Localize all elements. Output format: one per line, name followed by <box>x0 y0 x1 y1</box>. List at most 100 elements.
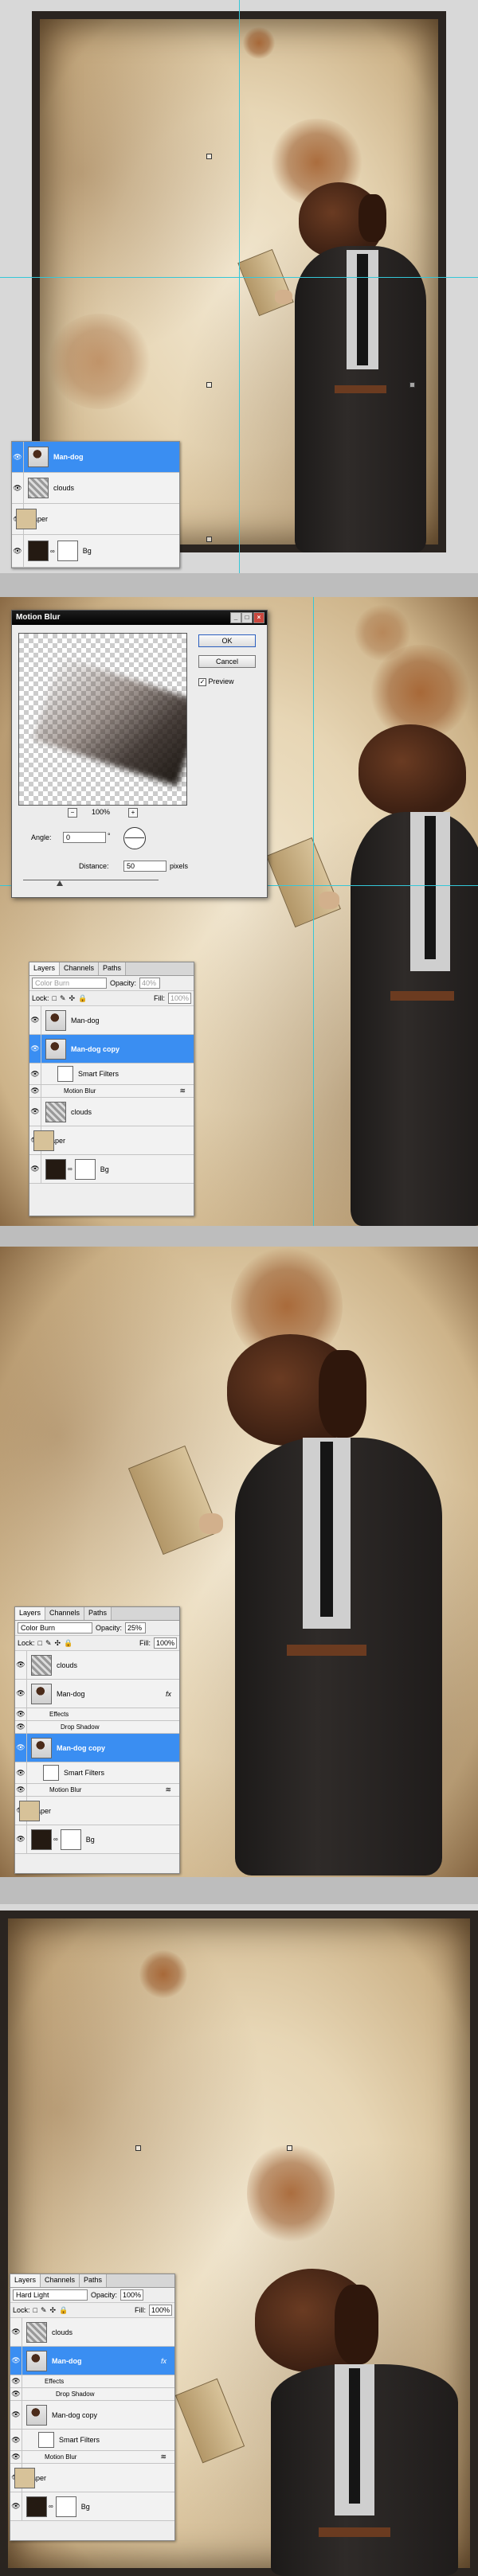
opacity-input[interactable]: 100% <box>120 2289 144 2301</box>
transform-handle[interactable] <box>206 537 212 542</box>
layer-row-man-dog[interactable]: 👁 Man-dog <box>12 442 179 473</box>
eye-icon[interactable]: 👁 <box>10 2401 22 2429</box>
layer-row-clouds[interactable]: 👁 clouds <box>15 1651 179 1680</box>
eye-icon[interactable]: 👁 <box>15 1708 27 1720</box>
eye-icon[interactable]: 👁 <box>15 1651 27 1679</box>
distance-input[interactable]: 50 <box>123 861 167 872</box>
eye-icon[interactable]: 👁 <box>29 1064 41 1084</box>
effects-row[interactable]: 👁 Effects <box>10 2375 174 2388</box>
eye-icon[interactable]: 👁 <box>15 1721 27 1733</box>
tab-channels[interactable]: Channels <box>45 1607 85 1620</box>
layer-row-man-dog[interactable]: 👁 Man-dog fx <box>15 1680 179 1708</box>
transform-handle[interactable] <box>287 2145 292 2151</box>
effect-row-drop-shadow[interactable]: 👁 Drop Shadow <box>10 2388 174 2401</box>
layer-row-bg[interactable]: 👁 ∞ Bg <box>12 535 179 568</box>
effects-icon[interactable]: fx <box>161 2357 167 2365</box>
angle-input[interactable]: 0 <box>63 832 106 843</box>
smart-filters-row[interactable]: 👁 Smart Filters <box>15 1762 179 1784</box>
tab-layers[interactable]: Layers <box>10 2274 41 2287</box>
effects-icon[interactable]: fx <box>166 1690 171 1698</box>
tab-paths[interactable]: Paths <box>80 2274 108 2287</box>
blend-mode-select[interactable]: Color Burn <box>32 978 107 989</box>
eye-icon[interactable]: 👁 <box>29 1035 41 1063</box>
tab-layers[interactable]: Layers <box>15 1607 46 1620</box>
fill-input[interactable]: 100% <box>167 993 191 1004</box>
eye-icon[interactable]: 👁 <box>29 1085 41 1097</box>
opacity-input[interactable]: 25% <box>125 1622 147 1633</box>
effect-row-drop-shadow[interactable]: 👁 Drop Shadow <box>15 1721 179 1734</box>
layer-row-bg[interactable]: 👁 ∞ Bg <box>15 1825 179 1854</box>
lock-transparency-icon[interactable]: □ <box>38 1639 42 1647</box>
preview-checkbox[interactable]: ✓ <box>198 677 206 686</box>
eye-icon[interactable]: 👁 <box>15 1825 27 1853</box>
smart-filters-row[interactable]: 👁 Smart Filters <box>29 1064 194 1085</box>
eye-icon[interactable]: 👁 <box>10 2347 22 2375</box>
fill-input[interactable]: 100% <box>148 2305 172 2316</box>
preview-checkbox-row[interactable]: ✓ Preview <box>198 677 234 686</box>
lock-transparency-icon[interactable]: □ <box>53 994 57 1002</box>
eye-icon[interactable]: 👁 <box>29 1006 41 1034</box>
lock-all-icon[interactable]: 🔒 <box>78 994 87 1003</box>
blend-mode-select[interactable]: Hard Light <box>13 2289 88 2301</box>
close-icon[interactable]: × <box>253 612 264 623</box>
eye-icon[interactable]: 👁 <box>10 2451 22 2463</box>
transform-handle[interactable] <box>206 154 212 159</box>
guide-vertical[interactable] <box>239 0 240 573</box>
layer-row-clouds[interactable]: 👁 clouds <box>12 473 179 504</box>
lock-move-icon[interactable]: ✣ <box>55 1639 61 1648</box>
eye-icon[interactable]: 👁 <box>29 1098 41 1126</box>
eye-icon[interactable]: 👁 <box>10 2492 22 2520</box>
minimize-icon[interactable]: _ <box>230 612 241 623</box>
filter-options-icon[interactable]: ≋ <box>160 2453 167 2461</box>
eye-icon[interactable]: 👁 <box>15 1784 27 1796</box>
cancel-button[interactable]: Cancel <box>198 655 256 668</box>
transform-handle[interactable] <box>206 382 212 388</box>
layer-row-paper[interactable]: 👁 Paper <box>15 1797 179 1825</box>
guide-vertical[interactable] <box>313 597 314 1226</box>
transform-handle[interactable] <box>409 382 415 388</box>
tab-channels[interactable]: Channels <box>41 2274 80 2287</box>
layer-row-bg[interactable]: 👁 ∞ Bg <box>10 2492 174 2521</box>
fill-input[interactable]: 100% <box>153 1637 177 1649</box>
layer-row-man-dog[interactable]: 👁 Man-dog fx <box>10 2347 174 2375</box>
eye-icon[interactable]: 👁 <box>15 1734 27 1762</box>
lock-all-icon[interactable]: 🔒 <box>59 2306 68 2315</box>
filter-row-motion-blur[interactable]: 👁 Motion Blur ≋ <box>10 2451 174 2464</box>
tab-paths[interactable]: Paths <box>99 962 127 975</box>
filter-preview[interactable] <box>18 633 187 806</box>
eye-icon[interactable]: 👁 <box>10 2375 22 2387</box>
layer-row-paper[interactable]: 👁 Paper <box>29 1126 194 1155</box>
lock-transparency-icon[interactable]: □ <box>33 2306 37 2314</box>
layer-row-man-dog-copy[interactable]: 👁 Man-dog copy <box>10 2401 174 2430</box>
filter-options-icon[interactable]: ≋ <box>179 1087 186 1095</box>
transform-handle[interactable] <box>135 2145 141 2151</box>
lock-paint-icon[interactable]: ✎ <box>41 2306 47 2315</box>
lock-move-icon[interactable]: ✣ <box>69 994 76 1003</box>
eye-icon[interactable]: 👁 <box>15 1762 27 1783</box>
tab-layers[interactable]: Layers <box>29 962 61 975</box>
layer-row-man-dog-copy[interactable]: 👁 Man-dog copy <box>15 1734 179 1762</box>
layer-row-paper[interactable]: 👁 Paper <box>10 2464 174 2492</box>
zoom-in-button[interactable]: + <box>128 808 138 818</box>
tab-paths[interactable]: Paths <box>84 1607 112 1620</box>
opacity-input[interactable]: 40% <box>139 978 161 989</box>
filter-row-motion-blur[interactable]: 👁 Motion Blur ≋ <box>29 1085 194 1098</box>
layer-row-man-dog-copy[interactable]: 👁 Man-dog copy <box>29 1035 194 1064</box>
blend-mode-select[interactable]: Color Burn <box>18 1622 92 1633</box>
angle-dial[interactable] <box>123 827 146 849</box>
eye-icon[interactable]: 👁 <box>15 1680 27 1708</box>
ok-button[interactable]: OK <box>198 634 256 647</box>
lock-move-icon[interactable]: ✣ <box>50 2306 57 2315</box>
eye-icon[interactable]: 👁 <box>12 535 24 567</box>
eye-icon[interactable]: 👁 <box>12 473 24 503</box>
filter-row-motion-blur[interactable]: 👁 Motion Blur ≋ <box>15 1784 179 1797</box>
layer-row-bg[interactable]: 👁 ∞ Bg <box>29 1155 194 1184</box>
tab-channels[interactable]: Channels <box>60 962 100 975</box>
eye-icon[interactable]: 👁 <box>12 442 24 472</box>
effects-row[interactable]: 👁 Effects <box>15 1708 179 1721</box>
lock-all-icon[interactable]: 🔒 <box>64 1639 72 1648</box>
eye-icon[interactable]: 👁 <box>29 1155 41 1183</box>
distance-slider-knob[interactable] <box>57 880 63 886</box>
maximize-icon[interactable]: □ <box>241 612 253 623</box>
smart-filters-row[interactable]: 👁 Smart Filters <box>10 2430 174 2451</box>
